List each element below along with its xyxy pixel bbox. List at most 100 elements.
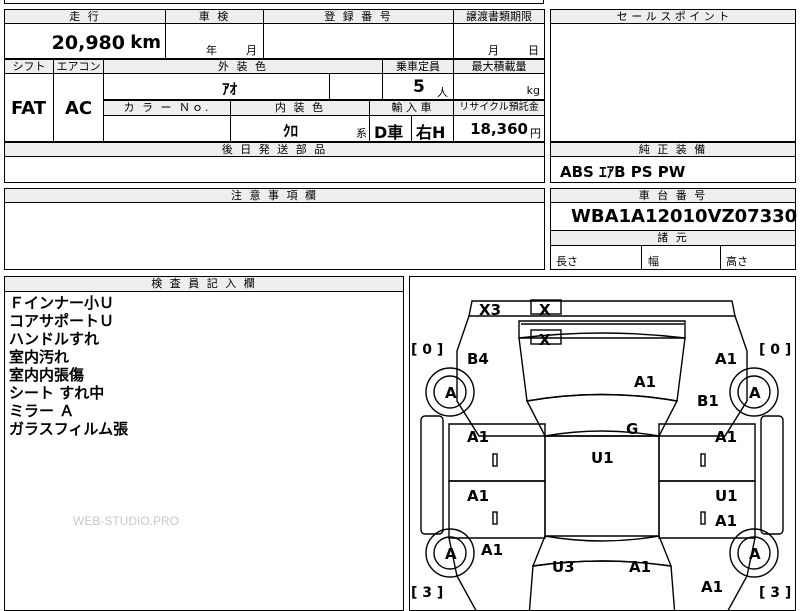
sales-point-header: セ ー ル ス ポ イ ン ト xyxy=(550,9,796,24)
later-parts-body xyxy=(4,156,545,183)
door-handle xyxy=(700,511,706,525)
note-line: ガラスフィルム張 xyxy=(9,420,129,438)
bracket-front-left: [ 0 ] xyxy=(411,342,443,358)
dimensions-width: 幅 xyxy=(648,255,659,268)
mark-u3: U3 xyxy=(552,558,575,576)
capacity-unit: 人 xyxy=(437,86,448,99)
ext-color-extra xyxy=(329,73,383,100)
capacity-header: 乗車定員 xyxy=(382,59,454,74)
mark-x-top: X xyxy=(539,301,551,319)
chassis-cell: WBA1A12010VZ07330 xyxy=(550,202,797,231)
ext-color-header: 外 装 色 xyxy=(103,59,383,74)
sales-point-body xyxy=(550,23,796,142)
left-front-door-outline xyxy=(448,423,546,482)
mark-a1-right-front-door: A1 xyxy=(715,428,737,446)
inspection-cell: 年 月 xyxy=(165,23,264,59)
ext-color-value: ｱｵ xyxy=(222,80,238,98)
inspection-year: 年 xyxy=(206,44,217,57)
note-line: Ｆインナー小Ｕ xyxy=(9,294,115,312)
note-line: ハンドルすれ xyxy=(9,330,100,348)
inspector-body: Ｆインナー小Ｕ コアサポートＵ ハンドルすれ 室内汚れ 室内内張傷 シート すれ… xyxy=(4,291,404,611)
transfer-month: 月 xyxy=(488,44,499,57)
transfer-cell: 月 日 xyxy=(453,23,545,59)
mileage-unit: km xyxy=(130,32,161,53)
mark-x3: X3 xyxy=(479,301,501,319)
right-rear-door-outline xyxy=(658,480,756,539)
tire-front-left-label: A xyxy=(445,384,457,402)
left-rear-door-outline xyxy=(448,480,546,539)
recycle-cell: 18,360 円 xyxy=(453,115,545,142)
dimensions-height: 高さ xyxy=(726,255,748,268)
caution-body xyxy=(4,202,545,270)
recycle-value: 18,360 xyxy=(470,120,528,138)
bracket-rear-left: [ 3 ] xyxy=(411,585,443,601)
inspection-month: 月 xyxy=(246,44,257,57)
tire-rear-right-label: A xyxy=(749,545,761,563)
mark-b4: B4 xyxy=(467,350,489,368)
load-header: 最大積載量 xyxy=(453,59,545,74)
mark-g: G xyxy=(626,420,638,438)
load-cell: kg xyxy=(453,73,545,100)
mark-u1-roof: U1 xyxy=(591,449,614,467)
import-cell-2: 右H xyxy=(411,115,454,142)
dimensions-height-cell: 高さ xyxy=(720,245,796,270)
dimensions-header: 諸 元 xyxy=(550,230,796,246)
watermark: WEB-STUDIO.PRO xyxy=(73,514,180,528)
front-bumper-outline xyxy=(468,300,736,317)
dimensions-length: 長さ xyxy=(556,255,578,268)
int-color-cell: ｸﾛ 系 xyxy=(230,115,370,142)
int-color-header: 内 装 色 xyxy=(230,100,370,116)
mark-b1: B1 xyxy=(697,392,719,410)
mark-u1-right-rear-door: U1 xyxy=(715,487,738,505)
body-front-outline xyxy=(456,315,748,437)
ac-header: エアコン xyxy=(53,59,104,74)
mark-a1-left-front-door: A1 xyxy=(467,428,489,446)
tire-front-right-label: A xyxy=(749,384,761,402)
car-diagram-frame: X3 X X B4 A1 A1 B1 G A1 A1 U1 A1 U1 A1 A… xyxy=(409,276,796,611)
note-line: ミラー Ａ xyxy=(9,402,75,420)
dimensions-length-cell: 長さ xyxy=(550,245,642,270)
note-line: コアサポートＵ xyxy=(9,312,115,330)
color-no-cell xyxy=(103,115,231,142)
load-unit: kg xyxy=(526,84,540,97)
inspection-header: 車 検 xyxy=(165,9,264,24)
ext-color-cell: ｱｵ xyxy=(103,73,330,100)
ac-cell: AC xyxy=(53,73,104,142)
bracket-front-right: [ 0 ] xyxy=(759,342,791,358)
equipment-value: ABS ｴｱB PS PW xyxy=(560,163,686,181)
transfer-header: 譲渡書類期限 xyxy=(453,9,545,24)
import-value-2: 右H xyxy=(416,123,446,142)
mark-a1-front-right: A1 xyxy=(715,350,737,368)
inspector-notes: Ｆインナー小Ｕ コアサポートＵ ハンドルすれ 室内汚れ 室内内張傷 シート すれ… xyxy=(9,294,128,438)
mark-a1-left-rear-fender: A1 xyxy=(481,541,503,559)
ac-value: AC xyxy=(65,98,93,119)
note-line: 室内汚れ xyxy=(9,348,70,366)
import-value-1: D車 xyxy=(374,123,404,142)
int-color-value: ｸﾛ xyxy=(283,122,299,140)
later-parts-header: 後 日 発 送 部 品 xyxy=(4,142,545,157)
right-front-door-outline xyxy=(658,423,756,482)
import-cell-1: D車 xyxy=(369,115,412,142)
transfer-day: 日 xyxy=(528,44,539,57)
equipment-header: 純 正 装 備 xyxy=(550,142,796,157)
mark-a1-left-rear-door: A1 xyxy=(467,487,489,505)
shift-header: シフト xyxy=(4,59,54,74)
shift-value: FAT xyxy=(11,98,47,119)
dimensions-width-cell: 幅 xyxy=(641,245,721,270)
bracket-rear-right: [ 3 ] xyxy=(759,585,791,601)
color-no-header: カ ラ ー Ｎｏ. xyxy=(103,100,231,116)
recycle-header: リサイクル預託金 xyxy=(453,100,545,116)
right-rocker xyxy=(760,415,784,535)
mark-a1-hood: A1 xyxy=(634,373,656,391)
door-handle xyxy=(700,453,706,467)
int-color-suffix: 系 xyxy=(356,127,367,140)
import-header: 輸 入 車 xyxy=(369,100,454,116)
tire-rear-left-label: A xyxy=(445,545,457,563)
shift-cell: FAT xyxy=(4,73,54,142)
registration-header: 登 録 番 号 xyxy=(263,9,454,24)
mileage-value: 20,980 xyxy=(51,32,125,54)
note-line: 室内内張傷 xyxy=(9,366,85,384)
recycle-unit: 円 xyxy=(530,127,541,140)
equipment-cell: ABS ｴｱB PS PW xyxy=(550,156,796,183)
top-row-cutoff xyxy=(4,0,544,4)
